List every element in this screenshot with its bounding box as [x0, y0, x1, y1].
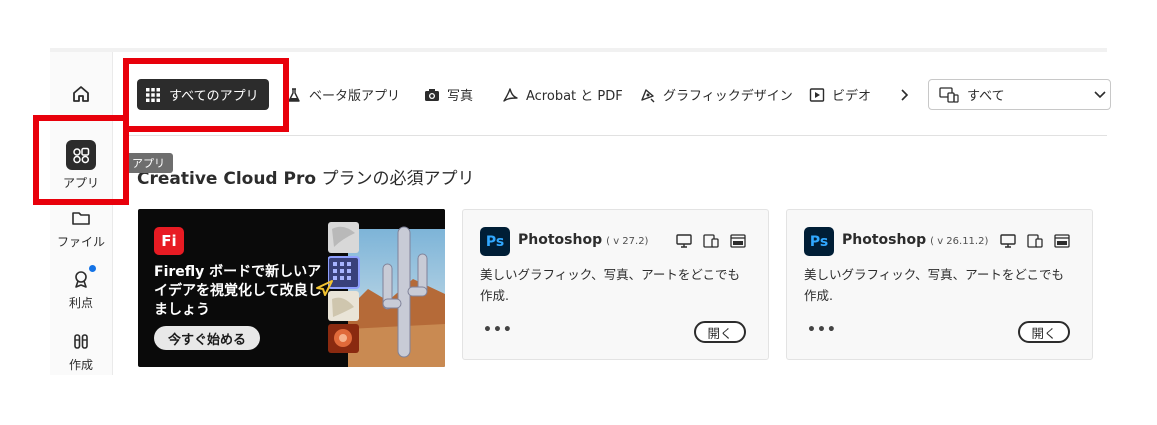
tab-video[interactable]: ビデオ [809, 79, 871, 110]
app-name: Photoshop( v 26.11.2) [842, 232, 989, 248]
sidebar-item-files[interactable]: ファイル [50, 207, 112, 250]
camera-icon [425, 88, 439, 101]
flask-icon [288, 87, 300, 102]
tab-label: 写真 [447, 89, 474, 104]
tablet-mobile-icon [1027, 234, 1043, 248]
promo-text: Firefly ボードで新しいアイデアを視覚化して改良しましょう [154, 264, 322, 318]
grid-icon [146, 87, 160, 102]
tab-beta-apps[interactable]: ベータ版アプリ [286, 79, 400, 110]
photoshop-logo-icon: Ps [480, 227, 510, 256]
app-version: ( v 26.11.2) [930, 236, 989, 247]
start-now-button[interactable]: 今すぐ始める [154, 326, 261, 350]
tooltip: アプリ [124, 153, 173, 173]
sidebar-item-label: 利点 [68, 296, 93, 310]
tabs-next-button[interactable] [898, 79, 917, 110]
app-card-photoshop[interactable]: Ps Photoshop( v 26.11.2) 美しいグラフィック、写真、アー… [786, 209, 1093, 360]
filter-value: すべて [967, 89, 1005, 104]
app-version: ( v 27.2) [606, 236, 649, 247]
create-icon [70, 330, 92, 352]
chevron-down-icon [1094, 91, 1106, 99]
open-button[interactable]: 開く [1018, 321, 1070, 343]
desktop-icon [676, 234, 692, 248]
acrobat-icon [503, 87, 518, 102]
divider [125, 135, 1107, 136]
tablet-mobile-icon [703, 234, 719, 248]
tab-label: Acrobat と PDF [526, 89, 623, 104]
tab-acrobat-pdf[interactable]: Acrobat と PDF [502, 79, 623, 110]
sidebar-item-benefits[interactable]: 利点 [50, 265, 112, 311]
app-description: 美しいグラフィック、写真、アートをどこでも作成. [804, 267, 1065, 303]
web-icon [730, 234, 746, 248]
web-icon [1054, 234, 1070, 248]
tab-graphic-design[interactable]: グラフィックデザイン [639, 79, 793, 110]
desktop-icon [1000, 234, 1016, 248]
home-icon [70, 83, 92, 105]
section-title: Creative Cloud Pro プランの必須アプリ [137, 169, 475, 189]
pen-tool-icon [641, 88, 655, 102]
tab-label: ベータ版アプリ [309, 89, 401, 104]
app-name: Photoshop( v 27.2) [518, 232, 649, 248]
sidebar-item-apps[interactable]: アプリ [50, 140, 112, 191]
tab-label: ビデオ [832, 89, 872, 104]
promo-illustration [328, 209, 445, 367]
tab-label: すべてのアプリ [169, 89, 259, 104]
firefly-promo-card[interactable]: Fi Firefly ボードで新しいアイデアを視覚化して改良しましょう 今すぐ始… [138, 209, 445, 367]
tab-label: グラフィックデザイン [663, 89, 793, 104]
platform-icons [676, 234, 746, 248]
photoshop-logo-icon: Ps [804, 227, 834, 256]
video-icon [809, 87, 825, 102]
top-strip [50, 48, 1107, 52]
firefly-logo-icon: Fi [154, 227, 184, 255]
tab-photo[interactable]: 写真 [424, 79, 473, 110]
app-description: 美しいグラフィック、写真、アートをどこでも作成. [480, 267, 741, 303]
filter-select[interactable]: すべて [928, 79, 1111, 110]
app-card-photoshop[interactable]: Ps Photoshop( v 27.2) 美しいグラフィック、写真、アートをど… [462, 209, 769, 360]
chevron-right-icon [901, 88, 909, 101]
sidebar-item-create[interactable]: 作成 [50, 330, 112, 373]
award-icon [70, 265, 96, 290]
tab-all-apps[interactable]: すべてのアプリ [137, 79, 269, 110]
platform-icons [1000, 234, 1070, 248]
sidebar-item-label: アプリ [62, 176, 99, 190]
more-options-button[interactable]: ••• [807, 322, 837, 338]
open-button[interactable]: 開く [694, 321, 746, 343]
sidebar-item-label: 作成 [68, 358, 93, 372]
devices-icon [939, 86, 959, 103]
sidebar: アプリ ファイル 利点 作成 [50, 52, 113, 375]
sidebar-item-home[interactable] [50, 83, 112, 105]
notification-dot [89, 265, 96, 272]
sidebar-item-label: ファイル [56, 235, 105, 249]
cursor-arrow-icon [316, 280, 333, 296]
apps-icon [66, 140, 96, 170]
folder-icon [70, 207, 92, 229]
more-options-button[interactable]: ••• [483, 322, 513, 338]
